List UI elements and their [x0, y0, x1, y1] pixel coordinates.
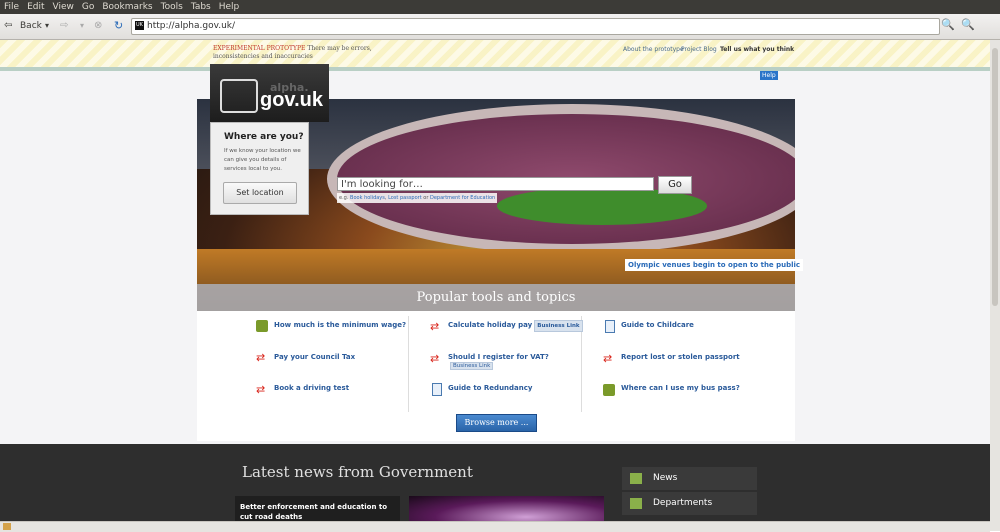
side-nav-departments-label: Departments [653, 498, 713, 508]
url-bar[interactable]: UK http://alpha.gov.uk/ [131, 18, 940, 35]
prototype-notice: EXPERIMENTAL PROTOTYPE There may be erro… [213, 45, 413, 61]
link-register-vat[interactable]: Should I register for VAT? [448, 352, 549, 362]
back-arrow-icon[interactable]: ⇦ [4, 19, 12, 33]
status-icon [3, 523, 11, 530]
royal-crest-icon [220, 79, 258, 113]
set-location-button[interactable]: Set location [223, 182, 297, 204]
popular-tools-heading: Popular tools and topics [197, 284, 795, 311]
exchange-arrows-icon: ⇄ [256, 383, 266, 396]
link-minimum-wage[interactable]: How much is the minimum wage? [274, 320, 406, 330]
business-link-badge: Business Link [534, 320, 583, 332]
question-bubble-icon [256, 320, 268, 332]
menu-go[interactable]: Go [78, 0, 98, 13]
menu-view[interactable]: View [49, 0, 78, 13]
go-button[interactable]: Go [658, 176, 692, 194]
news-heading: Latest news from Government [242, 463, 473, 481]
menu-help[interactable]: Help [215, 0, 244, 13]
project-blog-link[interactable]: Project Blog [681, 46, 717, 53]
link-driving-test[interactable]: Book a driving test [274, 383, 349, 393]
side-nav-news[interactable]: News [622, 467, 757, 490]
menu-bar: File Edit View Go Bookmarks Tools Tabs Help [0, 0, 1000, 14]
link-bus-pass[interactable]: Where can I use my bus pass? [621, 383, 740, 393]
zoom-out-icon[interactable]: 🔍 [941, 18, 955, 32]
forward-history-dropdown-icon[interactable]: ▾ [80, 19, 84, 33]
banner-divider [0, 67, 990, 71]
side-nav-news-label: News [653, 473, 678, 483]
browse-more-button[interactable]: Browse more ... [456, 414, 537, 432]
about-prototype-link[interactable]: About the prototype [623, 46, 684, 53]
departments-icon [630, 498, 642, 509]
link-holiday-pay-text: Calculate holiday pay [448, 321, 533, 329]
location-heading: Where are you? [224, 132, 304, 142]
back-button[interactable]: Back [20, 19, 42, 33]
prototype-banner [0, 40, 990, 67]
side-nav-departments[interactable]: Departments [622, 492, 757, 515]
menu-tabs[interactable]: Tabs [187, 0, 215, 13]
forward-arrow-icon[interactable]: ⇨ [60, 19, 68, 33]
site-favicon-icon: UK [135, 21, 144, 30]
back-history-dropdown-icon[interactable]: ▾ [45, 19, 49, 33]
menu-edit[interactable]: Edit [23, 0, 48, 13]
news-card-title: Better enforcement and education to cut … [240, 503, 388, 521]
search-examples: e.g. Book holidays, Lost passport or Dep… [337, 193, 498, 203]
exchange-arrows-icon: ⇄ [256, 351, 266, 364]
link-holiday-pay[interactable]: Calculate holiday pay Business Link [448, 320, 583, 332]
hero-caption-link[interactable]: Olympic venues begin to open to the publ… [625, 259, 804, 271]
menu-tools[interactable]: Tools [157, 0, 187, 13]
business-link-badge: Business Link [450, 362, 494, 370]
stop-icon[interactable]: ⊗ [94, 19, 102, 33]
menu-bookmarks[interactable]: Bookmarks [98, 0, 156, 13]
exchange-arrows-icon: ⇄ [603, 352, 613, 365]
reload-icon[interactable]: ↻ [114, 19, 123, 33]
link-redundancy[interactable]: Guide to Redundancy [448, 383, 532, 393]
exchange-arrows-icon: ⇄ [430, 352, 440, 365]
exchange-arrows-icon: ⇄ [430, 320, 440, 333]
scrollbar-thumb[interactable] [992, 48, 998, 306]
link-council-tax[interactable]: Pay your Council Tax [274, 352, 355, 362]
or-word: or [423, 195, 429, 201]
link-childcare[interactable]: Guide to Childcare [621, 320, 694, 330]
status-bar [0, 521, 990, 532]
help-button[interactable]: Help [760, 71, 778, 80]
zoom-in-icon[interactable]: 🔍 [961, 18, 975, 32]
location-text: If we know your location we can give you… [224, 148, 301, 172]
column-divider [408, 316, 409, 412]
eg-prefix: e.g. [339, 195, 349, 201]
link-lost-passport[interactable]: Report lost or stolen passport [621, 352, 740, 362]
site-logo[interactable]: alpha. gov.uk [210, 64, 329, 122]
example-dfe-link[interactable]: Department for Education [430, 195, 495, 201]
question-bubble-icon [603, 384, 615, 396]
prototype-label: EXPERIMENTAL PROTOTYPE [213, 45, 306, 52]
example-lost-passport-link[interactable]: Lost passport [388, 195, 422, 201]
example-book-holidays-link[interactable]: Book holidays [350, 195, 385, 201]
search-input[interactable]: I'm looking for… [337, 177, 654, 191]
feedback-link[interactable]: Tell us what you think [720, 46, 794, 53]
menu-file[interactable]: File [0, 0, 23, 13]
document-icon [432, 383, 442, 396]
logo-line2: gov.uk [260, 89, 323, 111]
web-page: EXPERIMENTAL PROTOTYPE There may be erro… [0, 40, 990, 531]
news-icon [630, 473, 642, 484]
url-text: http://alpha.gov.uk/ [147, 21, 236, 31]
document-icon [605, 320, 615, 333]
